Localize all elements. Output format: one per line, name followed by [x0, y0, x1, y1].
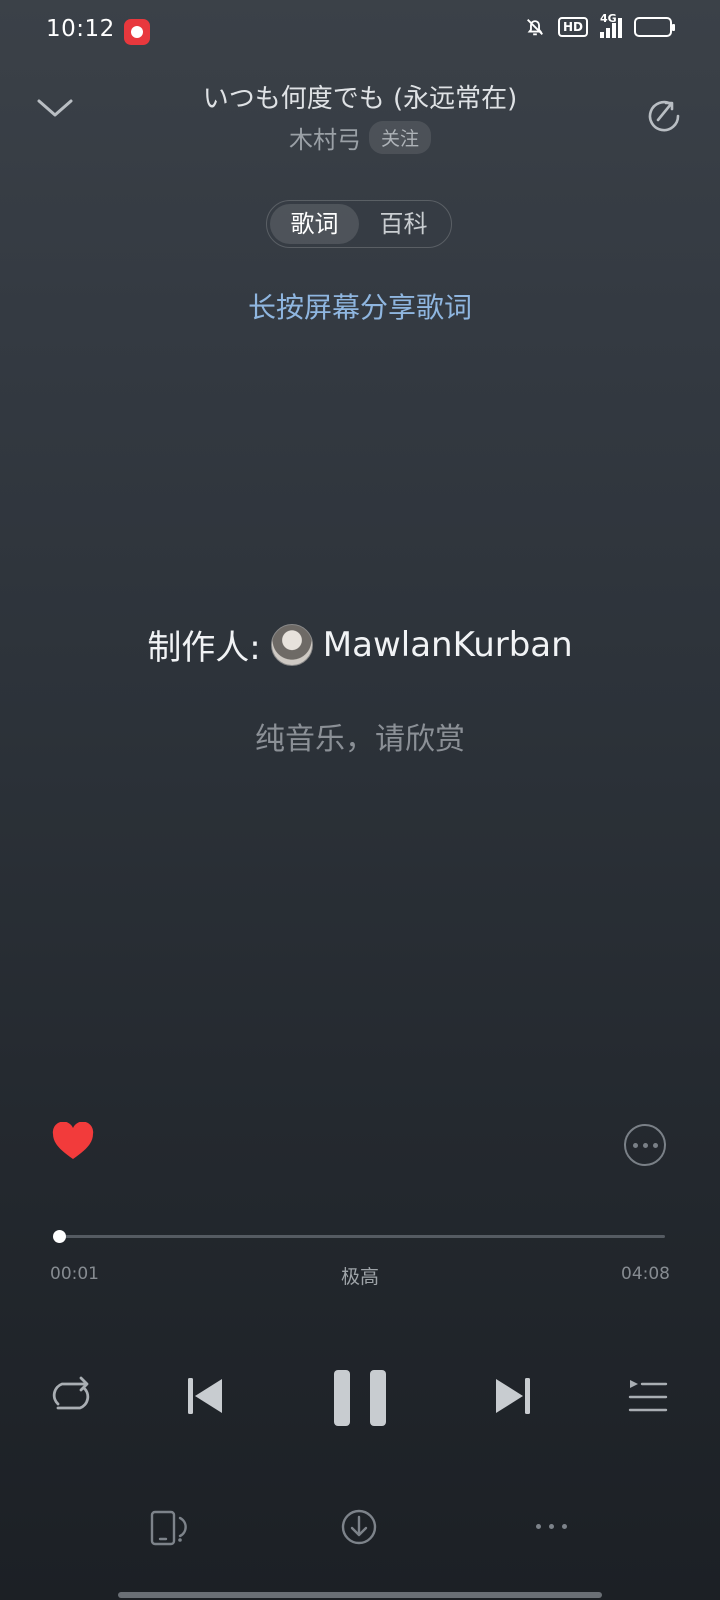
- bottom-more-icon[interactable]: [536, 1524, 567, 1529]
- download-icon[interactable]: [340, 1508, 378, 1546]
- playlist-icon[interactable]: [628, 1378, 668, 1414]
- status-icons: HD 4G: [524, 12, 675, 38]
- previous-icon[interactable]: [186, 1376, 224, 1416]
- producer-name[interactable]: MawlanKurban: [323, 625, 573, 665]
- producer-avatar[interactable]: [270, 623, 313, 666]
- quality-selector[interactable]: 极高: [0, 1262, 720, 1289]
- status-time: 10:12: [46, 16, 115, 42]
- pure-music-note: 纯音乐，请欣赏: [255, 722, 465, 757]
- device-icon[interactable]: [150, 1510, 188, 1546]
- chevron-down-icon[interactable]: [36, 96, 74, 120]
- artist-row: 木村弓 关注: [150, 120, 570, 155]
- home-indicator[interactable]: [118, 1592, 602, 1598]
- total-time: 04:08: [621, 1264, 670, 1284]
- producer-label: 制作人:: [147, 628, 261, 668]
- lyrics-tabs: 歌词 百科: [266, 200, 452, 248]
- follow-button[interactable]: 关注: [368, 121, 431, 154]
- share-icon[interactable]: [644, 96, 684, 136]
- artist-name[interactable]: 木村弓: [289, 120, 361, 155]
- progress-track[interactable]: [57, 1235, 665, 1238]
- tab-wiki[interactable]: 百科: [359, 204, 448, 244]
- network-label: 4G: [600, 12, 617, 25]
- heart-icon[interactable]: [52, 1122, 94, 1160]
- producer-row: 制作人: MawlanKurban: [0, 620, 720, 669]
- next-icon[interactable]: [494, 1376, 532, 1416]
- mute-bell-icon: [527, 19, 543, 36]
- battery-icon: [634, 17, 675, 37]
- song-title: いつも何度でも (永远常在): [202, 84, 518, 114]
- signal-icon: 4G: [600, 12, 622, 38]
- app-notification-icon: [124, 19, 150, 45]
- share-lyrics-hint[interactable]: 长按屏幕分享歌词: [0, 286, 720, 326]
- tab-lyrics[interactable]: 歌词: [270, 204, 359, 244]
- repeat-icon[interactable]: [48, 1376, 94, 1416]
- progress-handle[interactable]: [53, 1230, 67, 1243]
- hd-badge: HD: [557, 17, 588, 37]
- more-icon[interactable]: [624, 1124, 666, 1166]
- pause-icon[interactable]: [332, 1368, 388, 1428]
